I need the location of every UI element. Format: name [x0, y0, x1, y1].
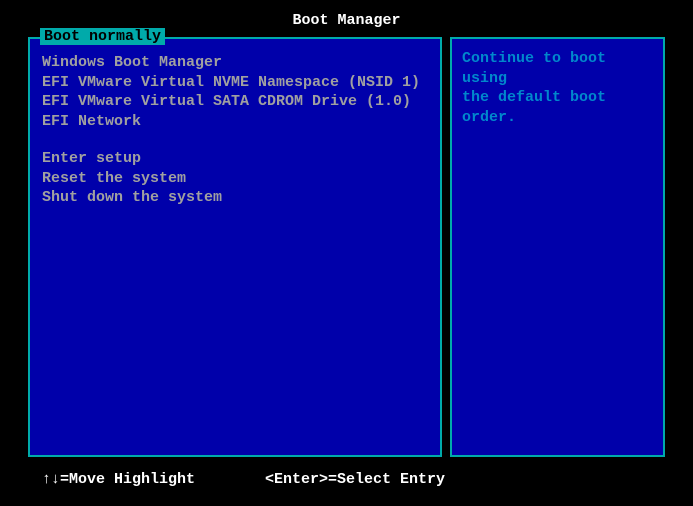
hint-move-highlight: ↑↓=Move Highlight	[42, 471, 195, 488]
system-actions-section: Enter setup Reset the system Shut down t…	[42, 149, 428, 208]
action-reset-system[interactable]: Reset the system	[42, 169, 428, 189]
boot-item-nvme[interactable]: EFI VMware Virtual NVME Namespace (NSID …	[42, 73, 428, 93]
main-container: Boot normally Windows Boot Manager EFI V…	[0, 37, 693, 457]
boot-devices-section: Windows Boot Manager EFI VMware Virtual …	[42, 53, 428, 131]
hint-select-entry: <Enter>=Select Entry	[265, 471, 445, 488]
boot-item-network[interactable]: EFI Network	[42, 112, 428, 132]
page-title: Boot Manager	[292, 12, 400, 29]
action-enter-setup[interactable]: Enter setup	[42, 149, 428, 169]
help-line: the default boot order.	[462, 88, 653, 127]
boot-item-cdrom[interactable]: EFI VMware Virtual SATA CDROM Drive (1.0…	[42, 92, 428, 112]
help-line: Continue to boot using	[462, 49, 653, 88]
action-shutdown-system[interactable]: Shut down the system	[42, 188, 428, 208]
help-text: Continue to boot using the default boot …	[462, 49, 653, 127]
boot-item-windows[interactable]: Windows Boot Manager	[42, 53, 428, 73]
boot-menu-panel: Boot normally Windows Boot Manager EFI V…	[28, 37, 442, 457]
panel-title-selected[interactable]: Boot normally	[40, 28, 165, 45]
help-panel: Continue to boot using the default boot …	[450, 37, 665, 457]
footer-hints: ↑↓=Move Highlight <Enter>=Select Entry	[0, 457, 693, 488]
